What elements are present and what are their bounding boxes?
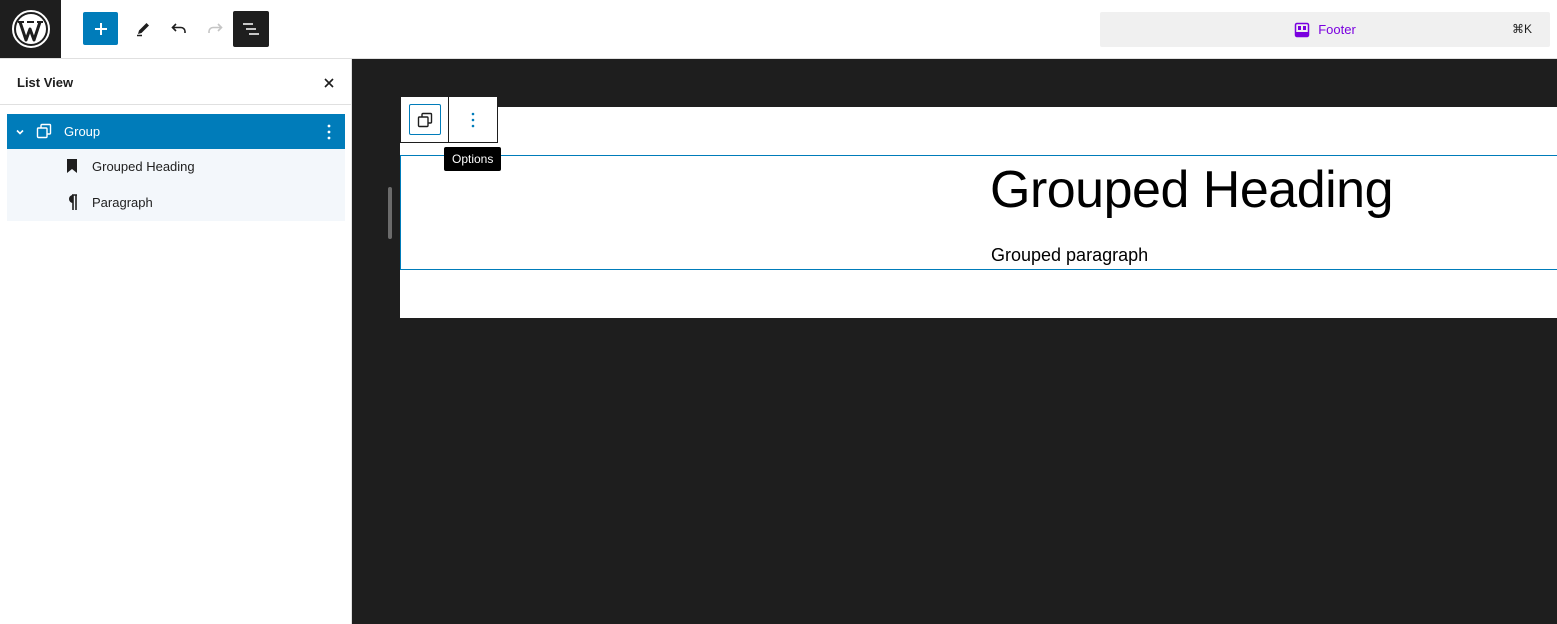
paragraph-block[interactable]: Grouped paragraph [991,245,1148,266]
plus-icon [94,22,107,35]
resize-handle[interactable] [388,187,392,239]
list-view-button[interactable] [233,11,269,47]
tools-button[interactable] [125,12,161,46]
undo-icon [171,23,186,33]
list-item-label: Paragraph [92,195,153,210]
list-view-sidebar: List View Group Grouped Heading Paragrap… [0,59,352,624]
command-shortcut: ⌘K [1511,22,1532,36]
list-item-label: Grouped Heading [92,159,195,174]
pilcrow-icon [63,193,81,211]
list-view-icon [243,23,259,35]
bookmark-heading-icon [63,157,81,175]
list-item-paragraph[interactable]: Paragraph [7,185,345,221]
more-vertical-icon[interactable] [321,122,337,142]
redo-button[interactable] [197,12,233,46]
sidebar-title: List View [17,75,74,90]
template-part-footer-icon [1294,22,1310,37]
sidebar-header: List View [0,59,351,105]
options-button[interactable] [449,97,497,142]
select-parent-button[interactable] [401,97,450,142]
list-item-group[interactable]: Group [7,114,345,149]
command-label: Footer [1318,22,1356,37]
command-palette-button[interactable]: Footer ⌘K [1100,12,1550,47]
redo-icon [208,23,223,33]
group-icon [35,122,53,140]
heading-block[interactable]: Grouped Heading [990,160,1394,220]
group-icon [408,104,441,135]
add-block-button[interactable] [83,12,118,45]
wordpress-logo-icon[interactable] [0,0,61,58]
close-sidebar-button[interactable] [318,72,340,94]
options-tooltip: Options [444,147,502,171]
command-title: Footer [1294,22,1356,38]
editor-canvas: Grouped Heading Grouped paragraph Option… [352,59,1557,624]
more-vertical-icon [471,112,475,127]
list-item-heading[interactable]: Grouped Heading [7,149,345,185]
chevron-down-icon[interactable] [14,126,26,138]
block-tree: Group Grouped Heading Paragraph [7,114,345,221]
list-item-label: Group [64,124,101,139]
close-icon [324,78,334,88]
block-toolbar [400,96,498,143]
editor-header: Footer ⌘K [0,0,1557,59]
pencil-icon [137,23,149,37]
undo-button[interactable] [161,12,197,46]
